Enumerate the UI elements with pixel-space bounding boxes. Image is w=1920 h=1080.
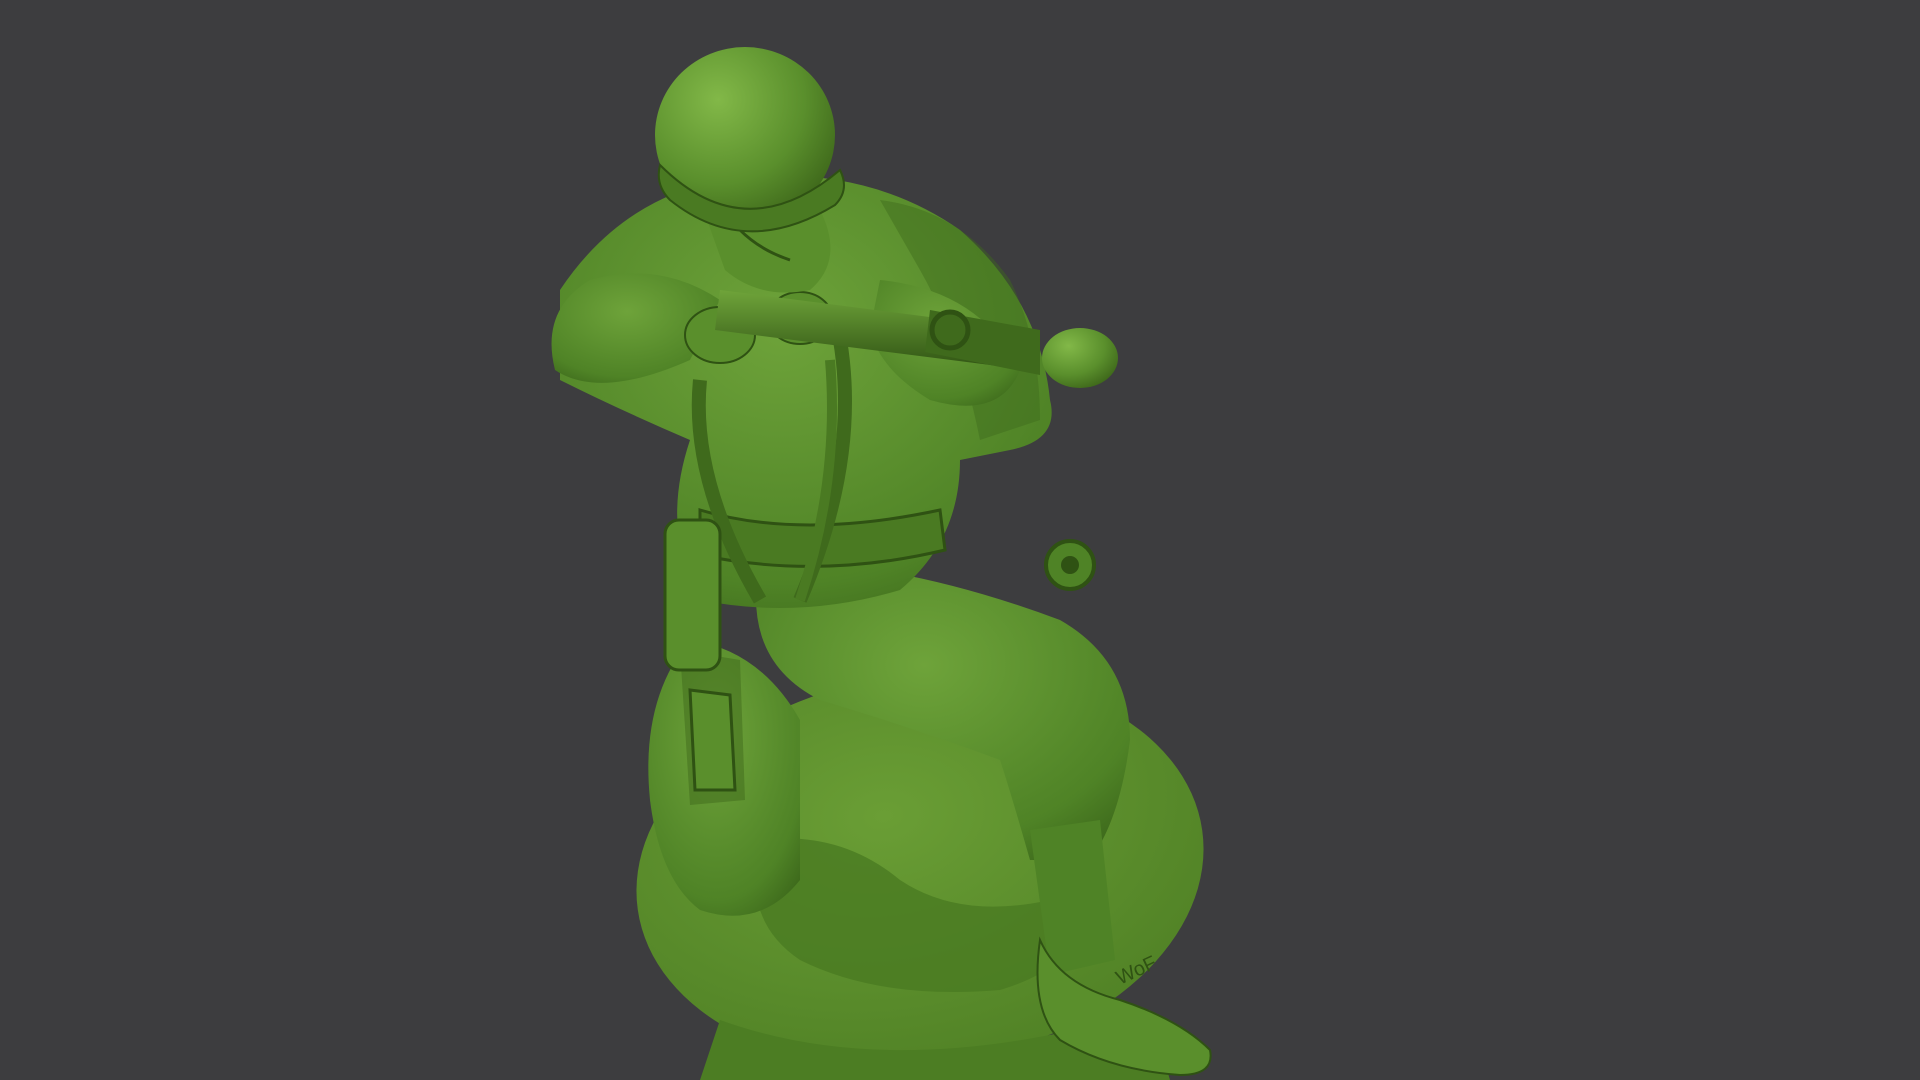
soldier-figurine-render: WoF	[551, 47, 1212, 1080]
render-viewport: WoF	[0, 0, 1920, 1080]
kneeling-leg	[648, 640, 800, 916]
helmet	[655, 47, 845, 233]
